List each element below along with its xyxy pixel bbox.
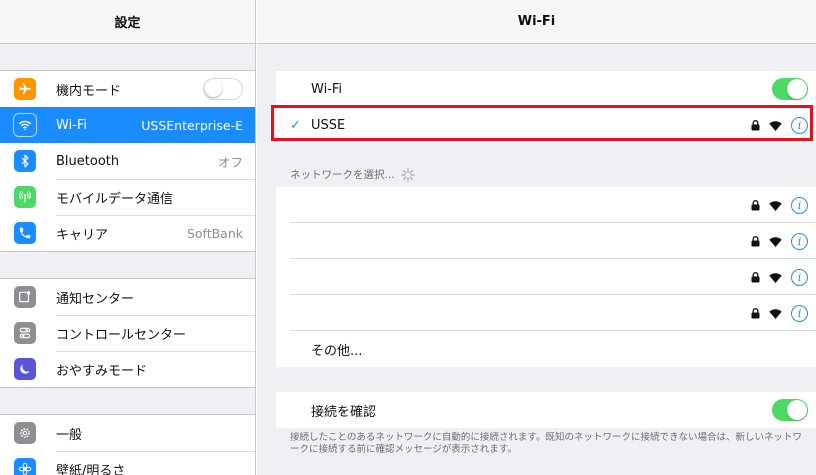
info-icon[interactable]: i <box>791 232 808 250</box>
sidebar-item-label: おやすみモード <box>56 363 148 379</box>
bluetooth-icon <box>14 150 36 172</box>
cellular-icon <box>14 186 36 208</box>
network-list: i i i i その他... <box>276 187 816 367</box>
sidebar-group-general: 一般 壁紙/明るさ <box>0 414 255 475</box>
sidebar-item-label: キャリア <box>56 227 109 243</box>
wifi-toggle-label: Wi-Fi <box>311 81 343 97</box>
sidebar-item-value: オフ <box>217 154 243 170</box>
sidebar-item-carrier[interactable]: キャリア SoftBank <box>0 215 255 251</box>
ask-to-join-group: 接続を確認 <box>276 392 816 428</box>
ask-to-join-label: 接続を確認 <box>311 404 377 420</box>
settings-sidebar: 設定 機内モード Wi-Fi USSEnterprise-E Bluetooth… <box>0 0 256 475</box>
wifi-toggle-row: Wi-Fi <box>276 71 816 107</box>
choose-network-label: ネットワークを選択... <box>290 169 395 181</box>
wifi-icon <box>14 114 36 136</box>
detail-nav-bar: Wi-Fi <box>257 0 816 44</box>
moon-icon <box>14 358 36 380</box>
ask-to-join-toggle[interactable] <box>772 399 808 421</box>
sidebar-item-label: Wi-Fi <box>56 117 88 133</box>
ask-to-join-row: 接続を確認 <box>276 392 816 428</box>
lock-icon <box>751 271 760 282</box>
network-row[interactable]: i <box>276 223 816 259</box>
sidebar-item-label: 通知センター <box>56 291 135 307</box>
sidebar-item-value: USSEnterprise-E <box>141 117 243 133</box>
lock-icon <box>751 307 760 318</box>
sidebar-item-notification-center[interactable]: 通知センター <box>0 279 255 315</box>
sidebar-item-cellular[interactable]: モバイルデータ通信 <box>0 179 255 215</box>
sidebar-item-label: 機内モード <box>56 83 122 99</box>
control-center-icon <box>14 322 36 344</box>
airplane-icon <box>14 78 36 100</box>
wifi-signal-icon <box>769 236 782 247</box>
sidebar-item-wifi[interactable]: Wi-Fi USSEnterprise-E <box>0 107 255 143</box>
wifi-signal-icon <box>769 200 782 211</box>
network-row[interactable]: i <box>276 295 816 331</box>
info-icon[interactable]: i <box>791 304 808 322</box>
sidebar-item-wallpaper[interactable]: 壁紙/明るさ <box>0 451 255 475</box>
sidebar-group-connectivity: 機内モード Wi-Fi USSEnterprise-E Bluetooth オフ… <box>0 70 255 252</box>
wifi-signal-icon <box>769 272 782 283</box>
detail-title: Wi-Fi <box>517 14 556 29</box>
other-network-row[interactable]: その他... <box>276 331 816 367</box>
sidebar-item-do-not-disturb[interactable]: おやすみモード <box>0 351 255 387</box>
wifi-signal-icon <box>769 308 782 319</box>
gear-icon <box>14 422 36 444</box>
ask-to-join-footer: 接続したことのあるネットワークに自動的に接続されます。既知のネットワークに接続で… <box>290 432 802 455</box>
lock-icon <box>751 199 760 210</box>
info-icon[interactable]: i <box>791 196 808 214</box>
sidebar-item-bluetooth[interactable]: Bluetooth オフ <box>0 143 255 179</box>
network-row[interactable]: i <box>276 259 816 295</box>
sidebar-nav-bar: 設定 <box>0 0 255 44</box>
sidebar-item-general[interactable]: 一般 <box>0 415 255 451</box>
wifi-detail-panel: Wi-Fi Wi-Fi ✓ USSE i ネットワークを選択... i i i … <box>257 0 816 475</box>
sidebar-item-airplane-mode[interactable]: 機内モード <box>0 71 255 107</box>
wifi-toggle[interactable] <box>772 78 808 100</box>
sidebar-title: 設定 <box>114 16 141 31</box>
sidebar-item-value: SoftBank <box>186 225 243 241</box>
sidebar-group-system: 通知センター コントロールセンター おやすみモード <box>0 278 255 388</box>
sidebar-item-label: 一般 <box>56 427 83 443</box>
loading-spinner-icon <box>400 167 415 182</box>
lock-icon <box>751 235 760 246</box>
sidebar-item-label: モバイルデータ通信 <box>56 191 174 207</box>
airplane-mode-toggle[interactable] <box>203 78 243 100</box>
phone-icon <box>14 222 36 244</box>
notification-icon <box>14 286 36 308</box>
sidebar-item-control-center[interactable]: コントロールセンター <box>0 315 255 351</box>
network-row[interactable]: i <box>276 187 816 223</box>
other-network-label: その他... <box>311 343 363 359</box>
choose-network-header: ネットワークを選択... <box>290 167 415 182</box>
wallpaper-icon <box>14 458 36 475</box>
info-icon[interactable]: i <box>791 268 808 286</box>
sidebar-item-label: Bluetooth <box>56 153 120 169</box>
highlight-frame <box>271 105 813 141</box>
sidebar-item-label: コントロールセンター <box>56 327 187 343</box>
sidebar-item-label: 壁紙/明るさ <box>56 463 126 475</box>
